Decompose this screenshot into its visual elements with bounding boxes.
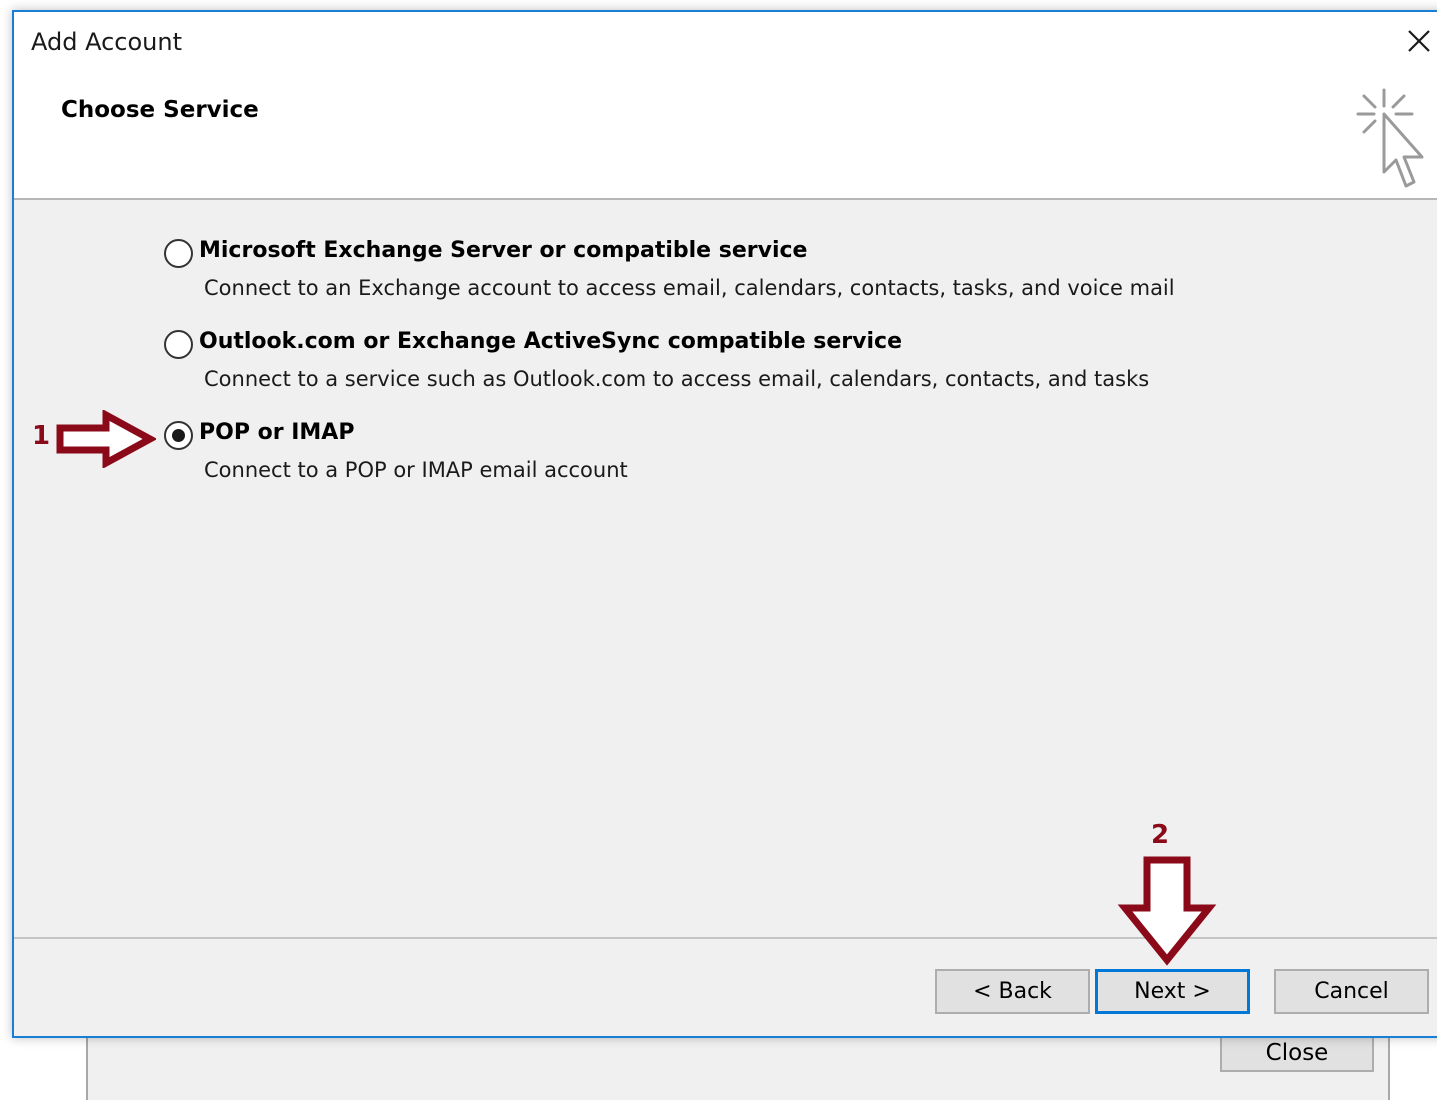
next-button[interactable]: Next > <box>1095 969 1250 1014</box>
option-pop-imap-label[interactable]: POP or IMAP <box>199 420 354 445</box>
close-icon[interactable] <box>1404 26 1434 56</box>
back-button[interactable]: < Back <box>935 969 1090 1014</box>
dialog-title: Add Account <box>31 28 182 56</box>
cancel-button[interactable]: Cancel <box>1274 969 1429 1014</box>
add-account-dialog: Add Account Choose Service Microsoft Exc… <box>12 10 1437 1038</box>
option-pop-imap-description: Connect to a POP or IMAP email account <box>204 458 628 482</box>
radio-outlook-activesync[interactable] <box>164 330 193 359</box>
option-exchange-description: Connect to an Exchange account to access… <box>204 276 1175 300</box>
option-outlook-activesync-label[interactable]: Outlook.com or Exchange ActiveSync compa… <box>199 329 902 354</box>
arrow-down-icon <box>1117 856 1217 966</box>
annotation-step-2: 2 <box>1151 820 1170 850</box>
radio-exchange[interactable] <box>164 239 193 268</box>
footer-divider <box>14 937 1437 939</box>
option-exchange-label[interactable]: Microsoft Exchange Server or compatible … <box>199 238 807 263</box>
page-subtitle: Choose Service <box>61 97 259 123</box>
wizard-cursor-icon <box>1356 88 1424 188</box>
option-outlook-activesync-description: Connect to a service such as Outlook.com… <box>204 367 1150 391</box>
radio-pop-imap[interactable] <box>164 421 193 450</box>
background-close-button[interactable]: Close <box>1220 1034 1374 1072</box>
dialog-header: Add Account Choose Service <box>14 12 1437 200</box>
annotation-step-1: 1 <box>32 421 51 451</box>
arrow-right-icon <box>56 410 156 468</box>
